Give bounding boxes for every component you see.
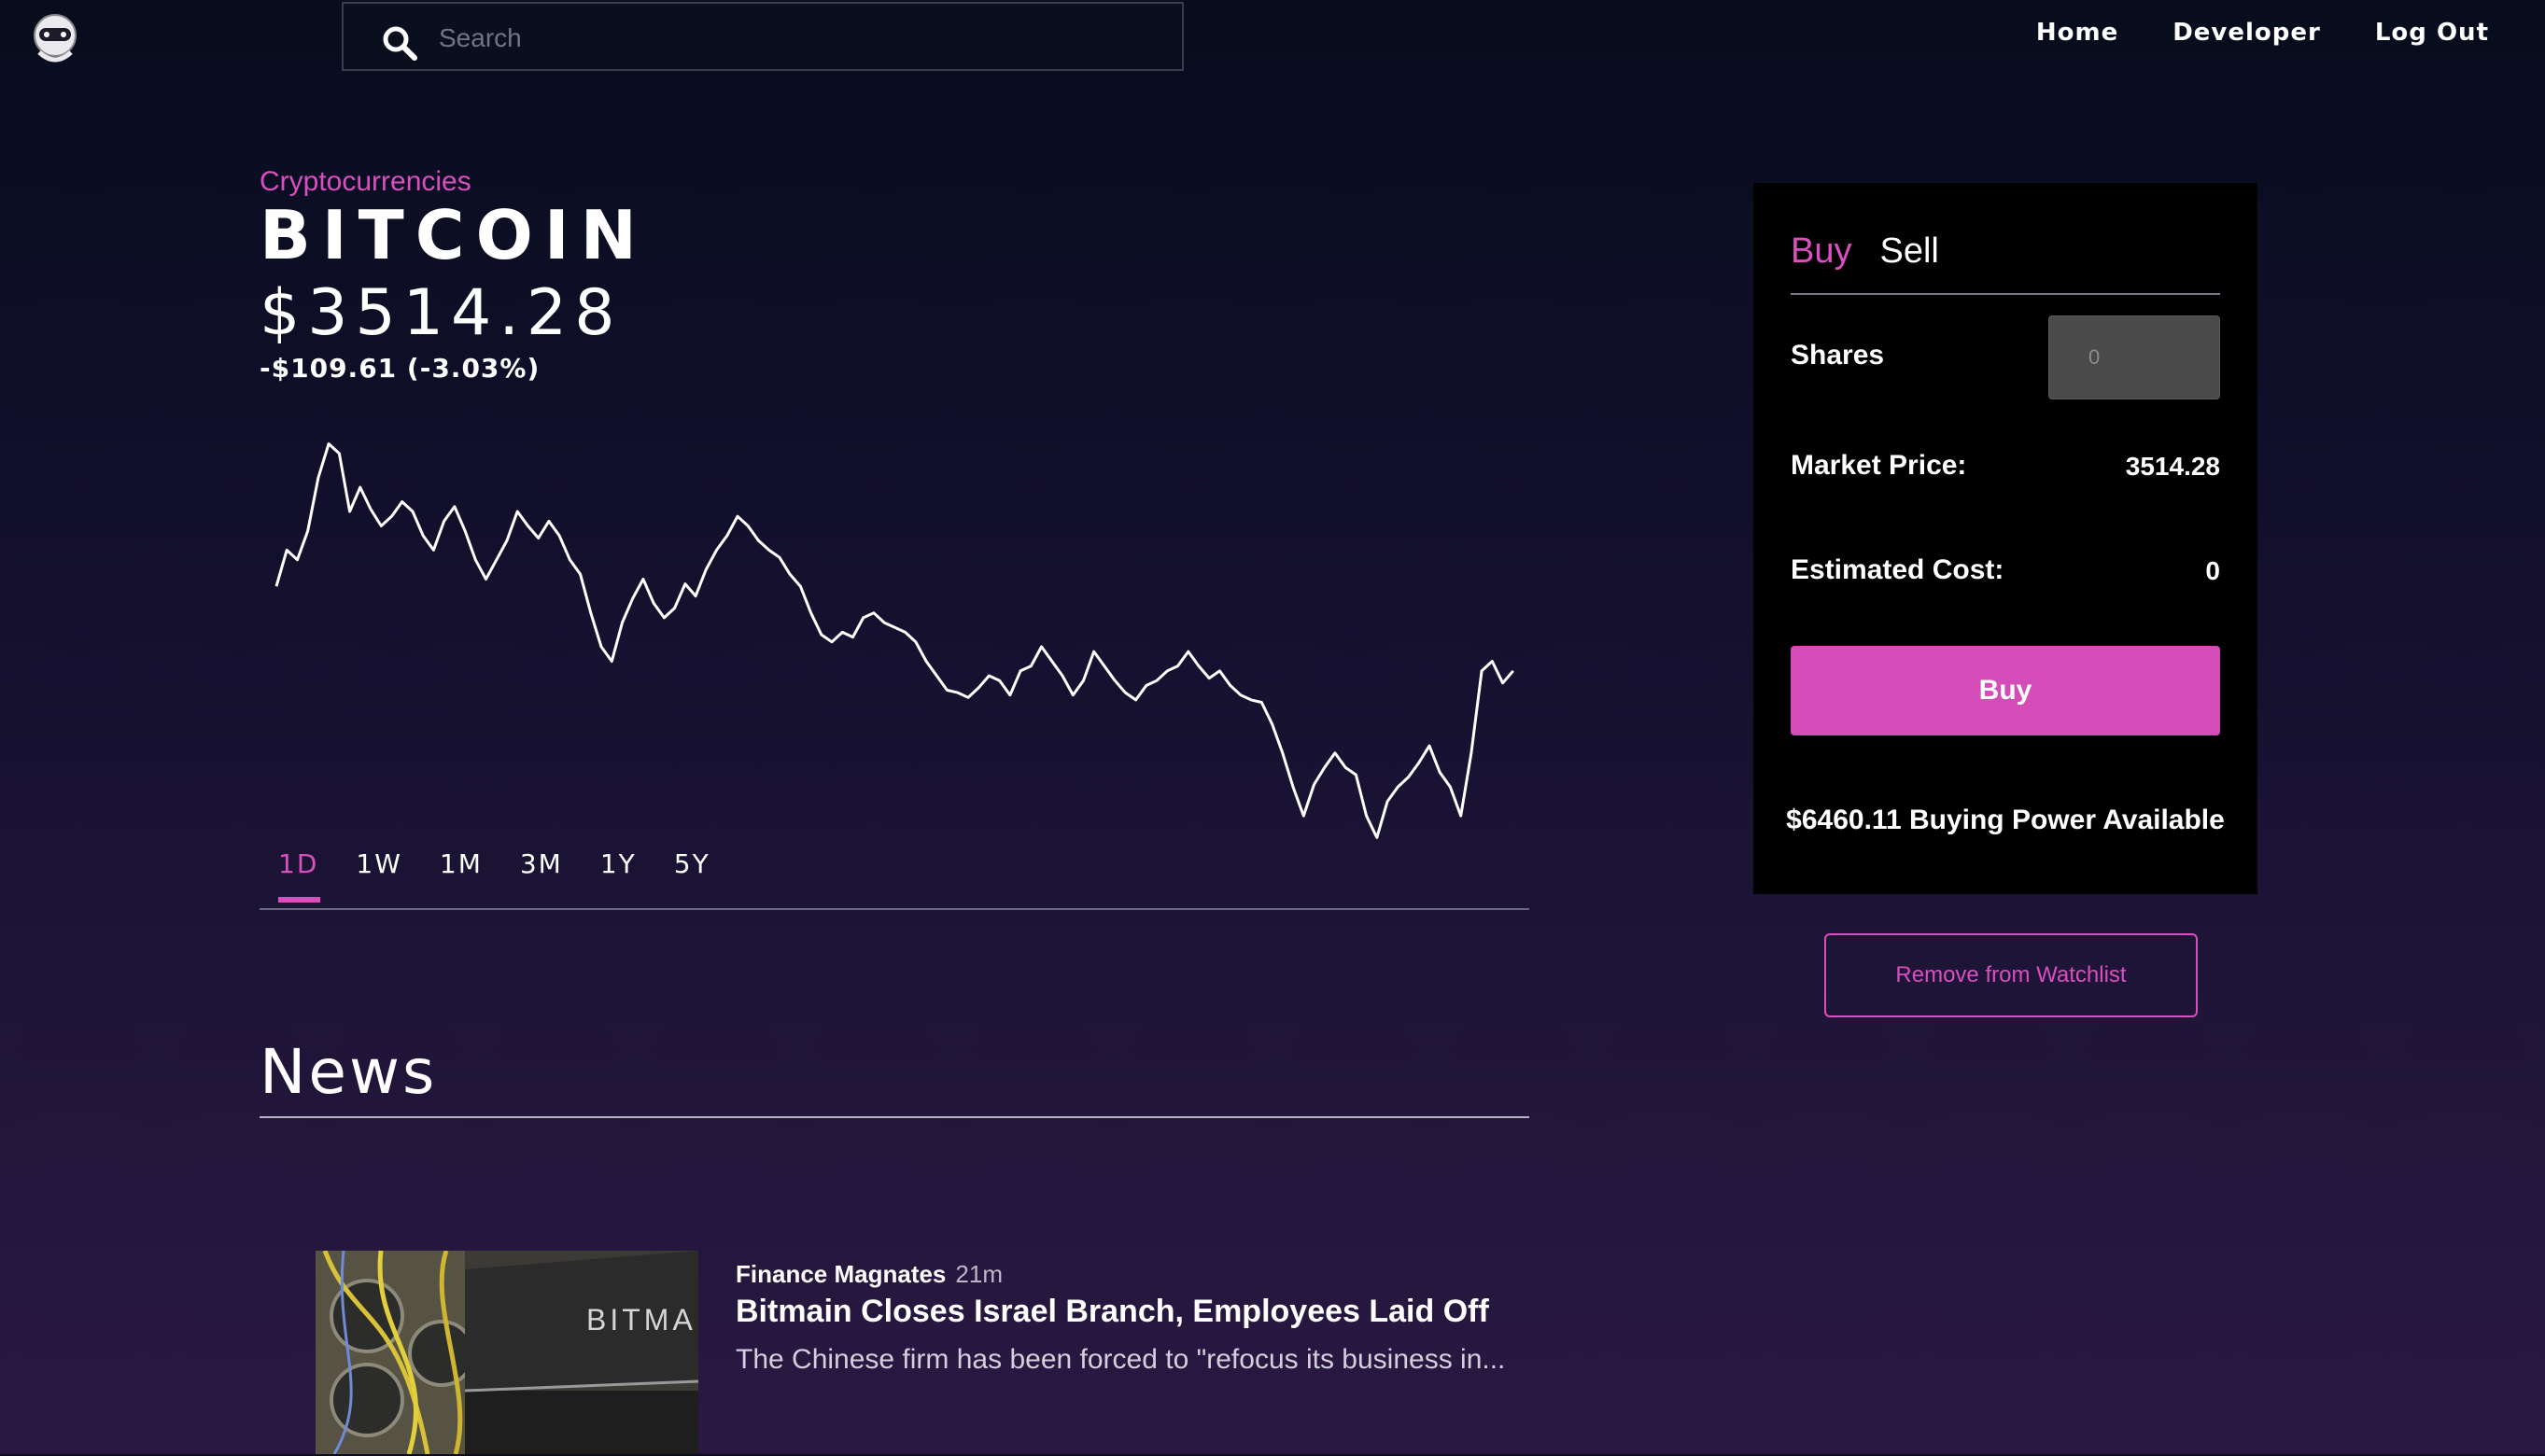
search-bar[interactable] <box>342 2 1184 71</box>
market-price-label: Market Price: <box>1791 450 1967 481</box>
price-chart[interactable] <box>271 429 1559 840</box>
range-1m-tab[interactable]: 1M <box>421 845 501 903</box>
search-input[interactable] <box>437 13 1150 63</box>
market-price-value: 3514.28 <box>2125 452 2220 481</box>
time-range-tabs: 1D 1W 1M 3M 1Y 5Y <box>260 845 1529 910</box>
sell-tab[interactable]: Sell <box>1879 231 1938 293</box>
news-source-name: Finance Magnates <box>736 1260 947 1288</box>
range-1w-tab[interactable]: 1W <box>337 845 421 903</box>
buying-power-text: $6460.11 Buying Power Available <box>1786 805 2225 835</box>
news-thumbnail-image[interactable]: BITMA <box>316 1251 698 1454</box>
news-time: 21m <box>955 1260 1003 1288</box>
nav-logout-link[interactable]: Log Out <box>2375 19 2489 47</box>
news-divider <box>260 1116 1529 1118</box>
astronaut-logo[interactable] <box>28 11 82 67</box>
news-source: Finance Magnates 21m <box>736 1260 1003 1289</box>
estimated-cost-value: 0 <box>2205 556 2220 585</box>
news-headline[interactable]: Bitmain Closes Israel Branch, Employees … <box>736 1294 1489 1330</box>
nav-home-link[interactable]: Home <box>2036 19 2118 47</box>
buy-tab[interactable]: Buy <box>1791 231 1851 293</box>
price-line <box>274 442 1514 839</box>
asset-price: $3514.28 <box>260 276 623 350</box>
nav-developer-link[interactable]: Developer <box>2172 19 2321 47</box>
trade-tabs: Buy Sell <box>1791 231 2220 295</box>
news-item[interactable]: BITMA Finance Magnates 21m Bitmain Closes… <box>316 1251 1529 1456</box>
asset-price-change: -$109.61 (-3.03%) <box>260 353 541 384</box>
remove-from-watchlist-button[interactable]: Remove from Watchlist <box>1824 933 2198 1017</box>
range-5y-tab[interactable]: 5Y <box>655 845 729 903</box>
asset-category: Cryptocurrencies <box>260 166 471 197</box>
range-1y-tab[interactable]: 1Y <box>582 845 655 903</box>
range-3m-tab[interactable]: 3M <box>501 845 582 903</box>
buy-button[interactable]: Buy <box>1791 646 2220 735</box>
news-summary: The Chinese firm has been forced to "ref… <box>736 1344 1506 1375</box>
news-heading: News <box>260 1036 438 1108</box>
shares-label: Shares <box>1791 340 1885 371</box>
trade-panel: Buy Sell Shares Market Price: 3514.28 Es… <box>1753 183 2257 894</box>
estimated-cost-label: Estimated Cost: <box>1791 554 2004 585</box>
asset-name: BITCOIN <box>260 196 648 274</box>
search-icon <box>381 24 418 62</box>
top-nav: Home Developer Log Out <box>2036 19 2489 47</box>
news-thumbnail-text: BITMA <box>586 1303 696 1337</box>
range-1d-tab[interactable]: 1D <box>260 845 337 903</box>
shares-input[interactable] <box>2048 315 2220 399</box>
